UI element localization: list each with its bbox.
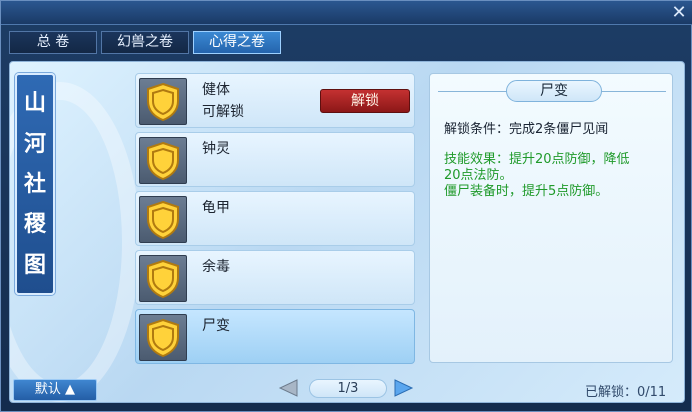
skill-item-guijia[interactable]: 龟甲 [135,191,415,246]
effect-line: 20点法防。 [444,168,513,183]
seal-glyph: 社 [23,170,46,197]
effect-line: 僵尸装备时，提升5点防御。 [444,184,609,199]
skill-item-yudu[interactable]: 余毒 [135,250,415,305]
seal-glyph: 河 [23,130,46,157]
tab-insight[interactable]: 心得之卷 [193,31,281,54]
detail-title: 尸变 [506,80,602,102]
skill-book-window: ✕ 总 卷 幻兽之卷 心得之卷 山 河 社 稷 图 健体 可解锁 解锁 钟灵 龟… [0,0,692,412]
sort-default-dropdown[interactable]: 默认 ▲ [13,379,97,401]
skill-detail-panel: 尸变 解锁条件：完成2条僵尸见闻 技能效果：提升20点防御，降低 20点法防。 … [429,73,673,363]
tab-bar: 总 卷 幻兽之卷 心得之卷 [9,31,281,55]
skill-list: 健体 可解锁 解锁 钟灵 龟甲 余毒 尸变 [135,73,415,368]
skill-name: 余毒 [202,259,230,275]
skill-status: 可解锁 [202,104,244,120]
skill-effect: 技能效果：提升20点防御，降低 20点法防。 僵尸装备时，提升5点防御。 [444,152,666,200]
skill-name: 龟甲 [202,200,230,216]
unlock-condition: 解锁条件：完成2条僵尸见闻 [444,122,609,137]
tab-beast[interactable]: 幻兽之卷 [101,31,189,54]
prev-page-arrow-icon[interactable] [277,378,299,398]
shield-icon [139,78,187,125]
shield-icon [139,255,187,302]
page-indicator: 1/3 [309,379,387,398]
shield-icon [139,196,187,243]
skill-name: 健体 [202,82,230,98]
title-bar: ✕ [1,1,692,25]
mountain-river-seal: 山 河 社 稷 图 [15,73,55,295]
shield-icon [139,137,187,184]
skill-item-shibian[interactable]: 尸变 [135,309,415,364]
effect-line: 技能效果：提升20点防御，降低 [444,152,630,167]
tab-general[interactable]: 总 卷 [9,31,97,54]
skill-item-zhongling[interactable]: 钟灵 [135,132,415,187]
close-button[interactable]: ✕ [669,3,689,23]
skill-name: 钟灵 [202,141,230,157]
unlock-button[interactable]: 解锁 [320,89,410,113]
skill-item-jianti[interactable]: 健体 可解锁 解锁 [135,73,415,128]
next-page-arrow-icon[interactable] [393,378,415,398]
shield-icon [139,314,187,361]
seal-glyph: 稷 [23,211,46,238]
seal-glyph: 山 [23,90,46,117]
seal-glyph: 图 [23,251,46,278]
skill-name: 尸变 [202,318,230,334]
unlocked-count: 已解锁：0/11 [585,385,667,400]
